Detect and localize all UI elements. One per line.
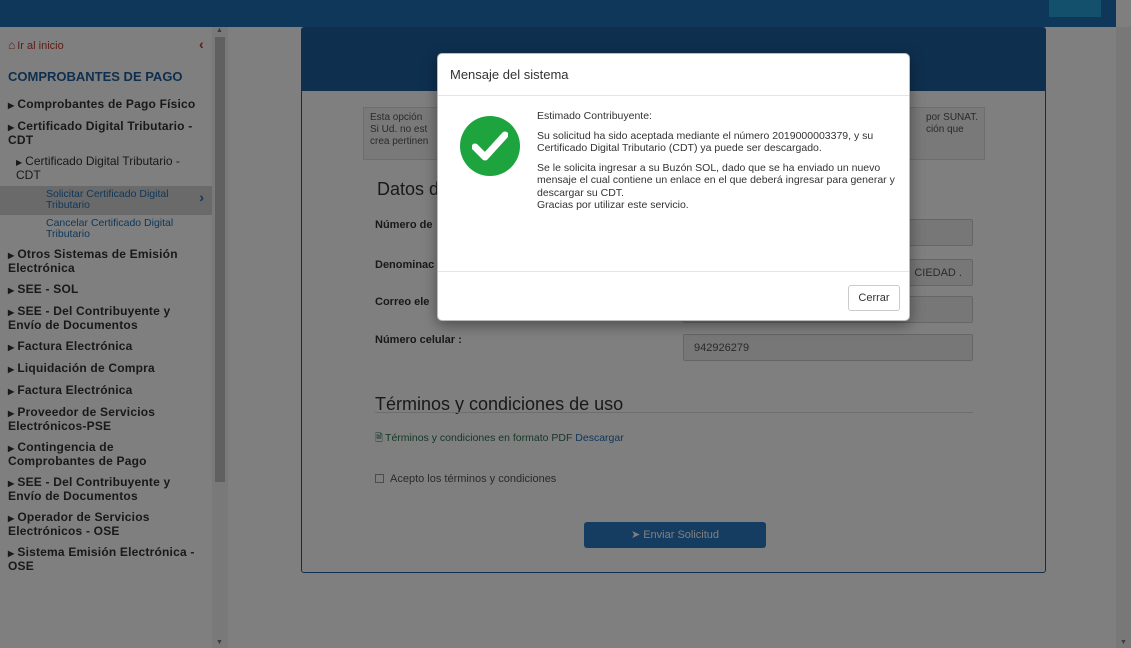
close-button[interactable]: Cerrar [848, 285, 900, 311]
dialog-footer-divider [438, 271, 909, 272]
message-paragraph-3: Gracias por utilizar este servicio. [537, 199, 689, 211]
message-paragraph-1: Su solicitud ha sido aceptada mediante e… [537, 129, 874, 155]
message-paragraph-2: Se le solicita ingresar a su Buzón SOL, … [537, 161, 895, 199]
system-message-dialog: Mensaje del sistema Estimado Contribuyen… [437, 53, 910, 321]
message-greeting: Estimado Contribuyente: [537, 110, 652, 122]
dialog-title: Mensaje del sistema [450, 67, 569, 82]
success-check-icon [460, 116, 520, 176]
dialog-message: Estimado Contribuyente: Su solicitud ha … [537, 110, 897, 219]
dialog-header-divider [438, 95, 909, 96]
